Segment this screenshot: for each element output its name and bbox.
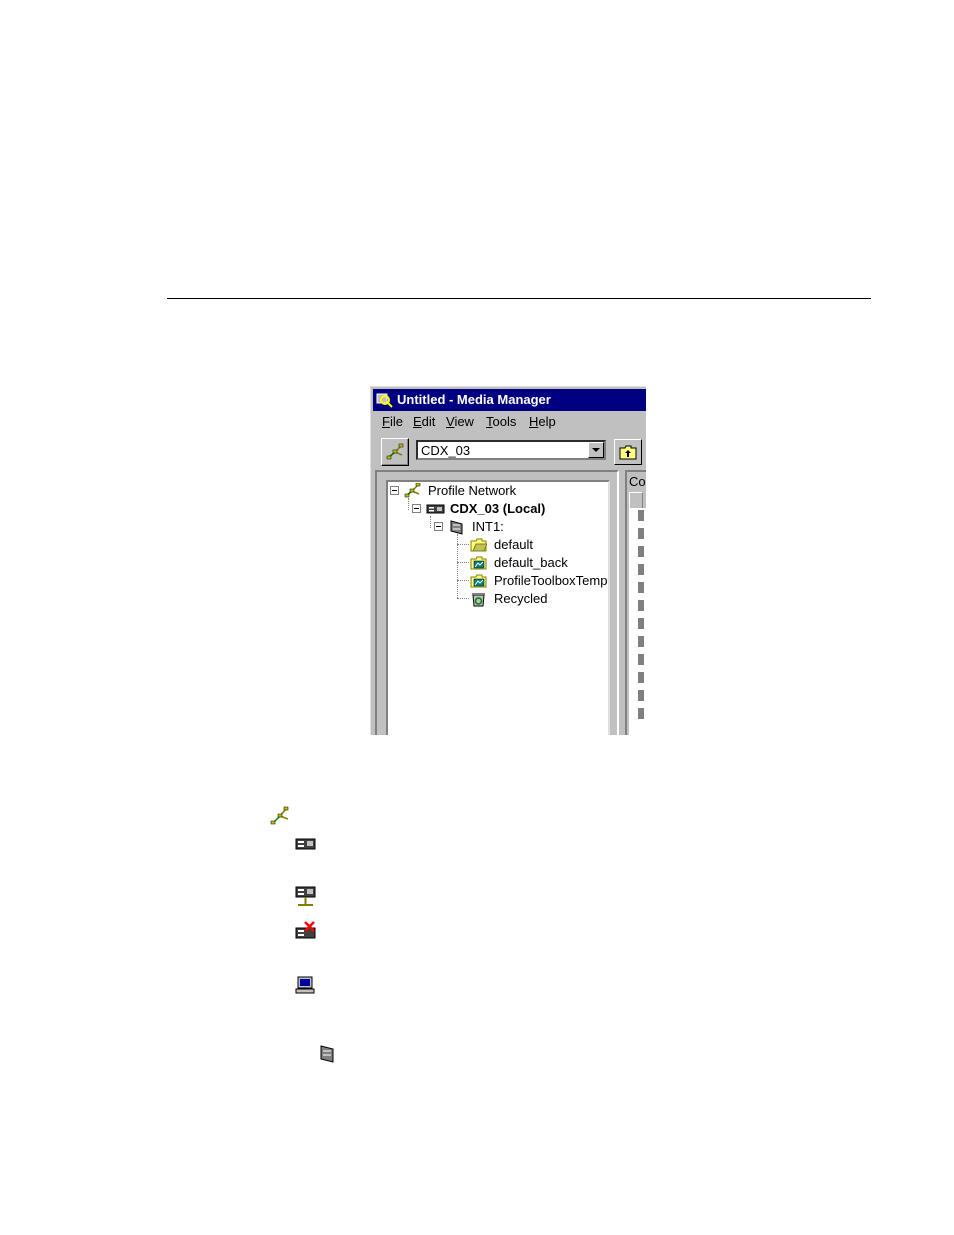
clip-icon <box>638 600 644 611</box>
collapse-icon[interactable] <box>412 504 421 513</box>
volume-icon <box>320 1045 334 1063</box>
window-title: Untitled - Media Manager <box>397 392 551 407</box>
clip-icon <box>638 510 644 521</box>
tree-node-label: INT1: <box>472 519 504 534</box>
unavailable-machine-icon <box>295 921 316 939</box>
clip-icon <box>638 618 644 629</box>
collapse-icon[interactable] <box>390 486 399 495</box>
tree-line <box>457 562 469 563</box>
column-header[interactable]: Co <box>629 474 646 489</box>
folder-icon <box>470 574 487 588</box>
clip-icon <box>638 528 644 539</box>
menu-tools[interactable]: Tools <box>486 414 516 429</box>
folder-icon <box>470 556 487 570</box>
network-icon <box>270 806 289 825</box>
machine-combobox[interactable]: CDX_03 <box>416 440 606 460</box>
network-icon <box>404 483 421 498</box>
collapse-icon[interactable] <box>434 522 443 531</box>
contents-list[interactable] <box>629 508 646 735</box>
clip-icon <box>638 708 644 719</box>
chevron-down-icon[interactable] <box>588 442 604 458</box>
clip-icon <box>638 690 644 701</box>
tree-pane: Profile Network CDX_03 (Local) INT1: def… <box>375 470 619 735</box>
recycle-bin-icon <box>472 593 485 607</box>
volume-icon <box>450 520 463 535</box>
clip-icon <box>638 582 644 593</box>
horizontal-rule <box>167 298 871 299</box>
tree-line <box>457 580 469 581</box>
tree-line <box>457 598 469 599</box>
tree-line <box>408 498 409 510</box>
title-bar[interactable]: Untitled - Media Manager <box>373 389 646 411</box>
menu-bar: File Edit View Tools Help <box>373 411 646 431</box>
machine-combobox-value: CDX_03 <box>421 443 471 458</box>
contents-pane: Co <box>625 470 646 735</box>
tree-line <box>430 516 431 528</box>
clip-icon <box>638 636 644 647</box>
up-folder-button[interactable] <box>614 439 642 465</box>
tree-line <box>457 544 469 545</box>
toolbar: CDX_03 <box>373 434 646 466</box>
media-manager-icon <box>376 393 393 408</box>
media-manager-window: Untitled - Media Manager File Edit View … <box>370 386 646 735</box>
clip-icon <box>638 654 644 665</box>
tree-node-label: ProfileToolboxTemp <box>494 573 608 588</box>
menu-view[interactable]: View <box>446 414 474 429</box>
tree-node-label: default_back <box>494 555 568 570</box>
computer-icon <box>295 976 315 994</box>
tree-node-label: Recycled <box>494 591 548 606</box>
tree-node-label: CDX_03 (Local) <box>450 501 546 516</box>
menu-edit[interactable]: Edit <box>413 414 435 429</box>
menu-help[interactable]: Help <box>529 414 556 429</box>
tree-node-label: Profile Network <box>428 483 517 498</box>
network-icon <box>386 443 404 460</box>
up-folder-icon <box>619 445 637 460</box>
machine-icon <box>426 504 445 514</box>
network-tree[interactable]: Profile Network CDX_03 (Local) INT1: def… <box>386 480 610 735</box>
clip-icon <box>638 546 644 557</box>
tree-node-label: default <box>494 537 534 552</box>
folder-icon <box>470 538 487 552</box>
clip-icon <box>638 564 644 575</box>
clip-icon <box>638 672 644 683</box>
networked-machine-icon <box>295 886 316 906</box>
machine-icon <box>295 838 316 850</box>
menu-file[interactable]: File <box>382 414 403 429</box>
network-button[interactable] <box>381 438 409 466</box>
